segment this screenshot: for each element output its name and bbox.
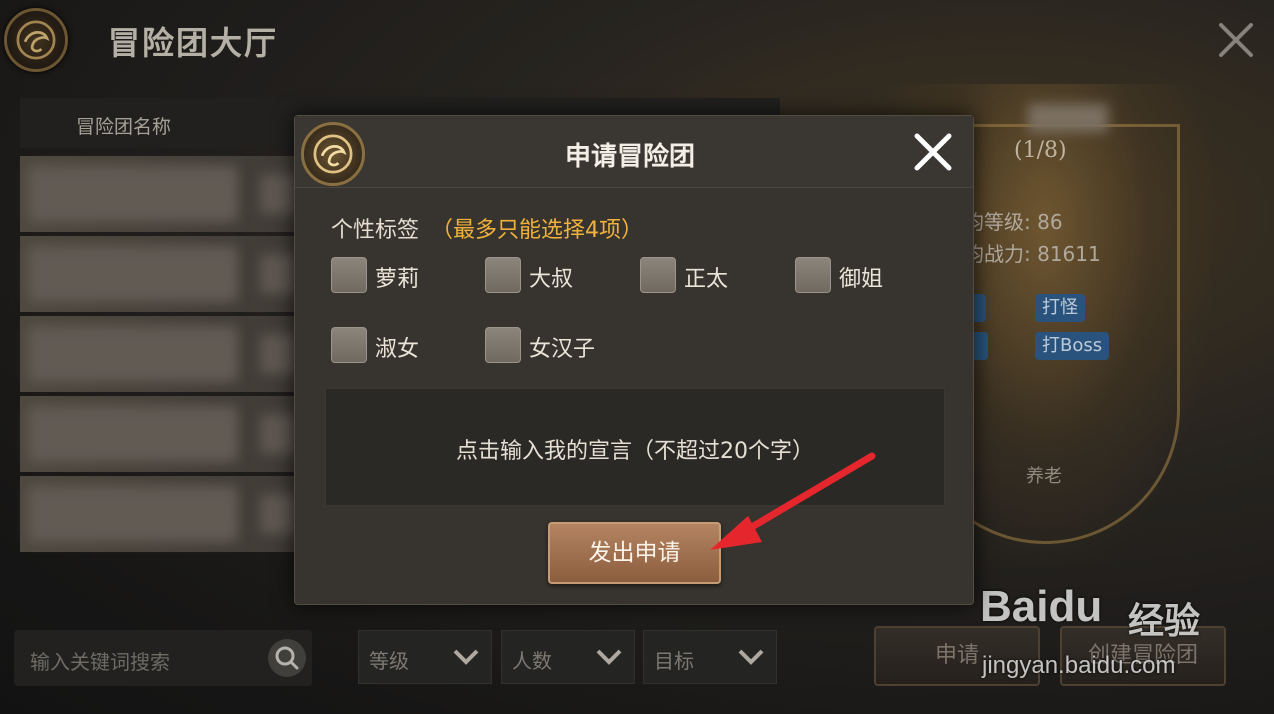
checkbox[interactable] [795,257,831,293]
personality-tags-label: 个性标签 [331,218,420,243]
guild-emblem-icon [301,122,365,186]
annotation-arrow-icon [710,452,876,550]
tag-option-label: 御姐 [839,267,884,292]
tag-option-label: 大叔 [529,267,574,292]
tags-limit-hint: （最多只能选择4项） [431,218,643,243]
checkbox[interactable] [331,327,367,363]
tag-option-label: 女汉子 [529,337,596,362]
checkbox[interactable] [485,327,521,363]
checkbox[interactable] [640,257,676,293]
tag-option-label: 淑女 [375,337,420,362]
checkbox[interactable] [331,257,367,293]
tag-option-label: 正太 [684,267,729,292]
tag-option-label: 萝莉 [375,267,420,292]
submit-application-button[interactable]: 发出申请 [548,522,721,584]
checkbox[interactable] [485,257,521,293]
dialog-title: 申请冒险团 [565,142,696,172]
close-icon[interactable] [913,132,953,172]
dialog-header: 申请冒险团 [295,116,973,188]
